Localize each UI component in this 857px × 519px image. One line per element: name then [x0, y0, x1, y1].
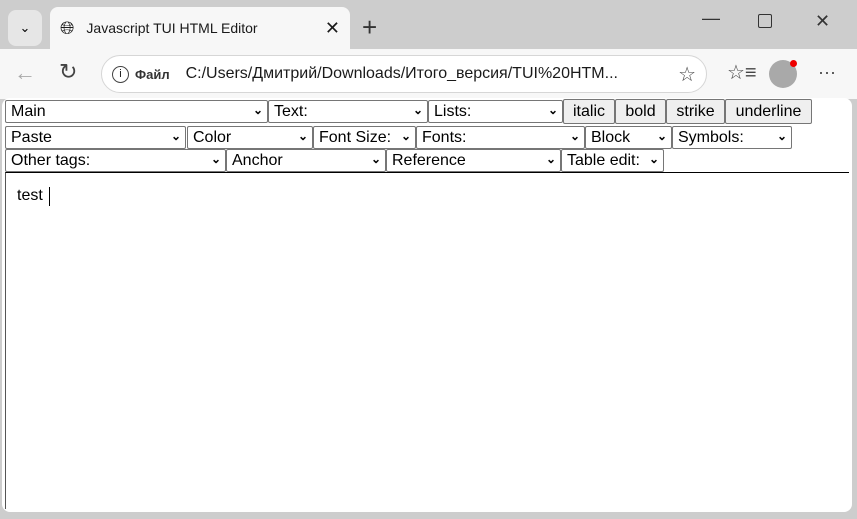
- chevron-down-icon: ⌄: [297, 129, 308, 143]
- close-tab-icon[interactable]: ✕: [325, 18, 340, 39]
- text-select[interactable]: Text: ⌄: [268, 100, 428, 123]
- more-menu-icon[interactable]: ···: [818, 62, 836, 83]
- table-edit-select[interactable]: Table edit: ⌄: [561, 149, 664, 172]
- chevron-down-icon: ⌄: [170, 129, 181, 143]
- paste-select[interactable]: Paste ⌄: [5, 126, 186, 149]
- notification-dot: [790, 60, 797, 67]
- anchor-select[interactable]: Anchor ⌄: [226, 149, 386, 172]
- url-text[interactable]: C:/Users/Дмитрий/Downloads/Итого_версия/…: [186, 65, 678, 83]
- block-select-label: Block: [591, 128, 631, 146]
- font-size-select[interactable]: Font Size: ⌄: [313, 126, 416, 149]
- chevron-down-icon: ⌄: [569, 129, 580, 143]
- maximize-button[interactable]: [758, 14, 772, 28]
- info-icon: i: [112, 65, 129, 83]
- browser-tab[interactable]: 🌐︎ Javascript TUI HTML Editor ✕: [50, 7, 350, 49]
- tab-list-button[interactable]: ⌄: [8, 10, 42, 46]
- other-tags-select-label: Other tags:: [11, 151, 91, 169]
- back-arrow-icon[interactable]: ←: [14, 60, 36, 86]
- color-select[interactable]: Color ⌄: [187, 126, 313, 149]
- editor-text[interactable]: test: [17, 187, 43, 205]
- italic-button[interactable]: italic: [563, 99, 615, 124]
- font-size-select-label: Font Size:: [319, 128, 392, 146]
- tab-title: Javascript TUI HTML Editor: [86, 20, 258, 36]
- lists-select[interactable]: Lists: ⌄: [428, 100, 563, 123]
- reload-icon[interactable]: ↻: [59, 59, 77, 85]
- favorites-icon[interactable]: ☆≡: [727, 60, 757, 85]
- chevron-down-icon: ⌄: [545, 152, 556, 166]
- anchor-select-label: Anchor: [232, 151, 283, 169]
- reference-select-label: Reference: [392, 151, 466, 169]
- close-window-button[interactable]: ✕: [815, 11, 830, 32]
- paste-select-label: Paste: [11, 128, 52, 146]
- chevron-down-icon: ⌄: [412, 103, 423, 117]
- main-select[interactable]: Main ⌄: [5, 100, 268, 123]
- chevron-down-icon: ⌄: [252, 103, 263, 117]
- globe-icon: 🌐︎: [60, 17, 75, 38]
- underline-button[interactable]: underline: [725, 99, 812, 124]
- main-select-label: Main: [11, 102, 46, 120]
- address-bar[interactable]: i Файл C:/Users/Дмитрий/Downloads/Итого_…: [101, 55, 707, 93]
- other-tags-select[interactable]: Other tags: ⌄: [5, 149, 226, 172]
- editor-area[interactable]: test: [5, 172, 849, 509]
- chevron-down-icon: ⌄: [400, 129, 411, 143]
- fonts-select[interactable]: Fonts: ⌄: [416, 126, 585, 149]
- fonts-select-label: Fonts:: [422, 128, 467, 146]
- color-select-label: Color: [193, 128, 232, 146]
- lists-select-label: Lists:: [434, 102, 472, 120]
- table-edit-select-label: Table edit:: [567, 151, 640, 169]
- strike-button[interactable]: strike: [666, 99, 725, 124]
- chevron-down-icon: ⌄: [547, 103, 558, 117]
- address-scheme-label: Файл: [135, 66, 170, 82]
- block-select[interactable]: Block ⌄: [585, 126, 672, 149]
- new-tab-button[interactable]: +: [362, 12, 377, 43]
- favorite-star-icon[interactable]: ☆: [678, 62, 696, 87]
- symbols-select[interactable]: Symbols: ⌄: [672, 126, 792, 149]
- bold-button[interactable]: bold: [615, 99, 666, 124]
- text-select-label: Text:: [274, 102, 308, 120]
- text-caret: [49, 187, 50, 206]
- chevron-down-icon: ⌄: [648, 152, 659, 166]
- reference-select[interactable]: Reference ⌄: [386, 149, 561, 172]
- symbols-select-label: Symbols:: [678, 128, 744, 146]
- chevron-down-icon: ⌄: [656, 129, 667, 143]
- chevron-down-icon: ⌄: [19, 20, 31, 35]
- minimize-button[interactable]: —: [702, 8, 720, 29]
- chevron-down-icon: ⌄: [370, 152, 381, 166]
- chevron-down-icon: ⌄: [776, 129, 787, 143]
- chevron-down-icon: ⌄: [210, 152, 221, 166]
